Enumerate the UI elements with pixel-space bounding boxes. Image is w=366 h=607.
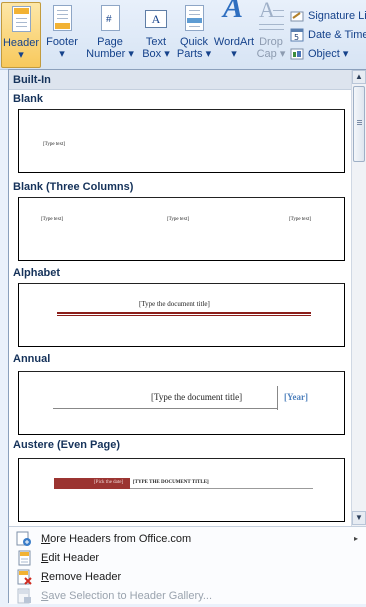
alphabet-rule-thin bbox=[57, 315, 311, 316]
footer-dropdown-arrow: ▾ bbox=[59, 48, 65, 60]
remove-header-label: emove Header bbox=[48, 570, 122, 583]
quick-parts-button[interactable]: Quick Parts ▾ bbox=[176, 2, 212, 68]
edit-header-icon bbox=[16, 550, 32, 566]
alphabet-rule bbox=[57, 312, 311, 314]
wordart-label: WordArt bbox=[213, 36, 255, 48]
save-selection-menu-item[interactable]: Save Selection to Header Gallery... bbox=[9, 586, 366, 605]
wordart-button[interactable]: A WordArt ▾ bbox=[213, 0, 255, 68]
office-online-icon bbox=[16, 531, 32, 547]
text-box-label-2: Box ▾ bbox=[142, 48, 170, 60]
text-group-small-buttons: Signature Lin 5 Date & Time Object ▾ bbox=[290, 6, 366, 63]
signature-line-button[interactable]: Signature Lin bbox=[290, 6, 366, 25]
placeholder-text: [Type text] bbox=[43, 142, 66, 147]
scroll-down-arrow-icon[interactable]: ▼ bbox=[352, 511, 366, 525]
annual-rule bbox=[53, 408, 278, 409]
edit-header-label: dit Header bbox=[48, 551, 100, 564]
wordart-icon: A bbox=[223, 0, 244, 24]
svg-text:5: 5 bbox=[294, 33, 299, 42]
quick-parts-label-2: Parts ▾ bbox=[176, 48, 212, 60]
header-gallery-list: Built-In Blank [Type text] Blank (Three … bbox=[9, 70, 351, 526]
wordart-dropdown-arrow: ▾ bbox=[231, 48, 237, 60]
header-button[interactable]: Header ▾ bbox=[1, 2, 41, 68]
header-icon bbox=[7, 5, 35, 35]
object-button[interactable]: Object ▾ bbox=[290, 44, 366, 63]
scroll-up-arrow-icon[interactable]: ▲ bbox=[352, 70, 366, 84]
edit-header-menu-item[interactable]: Edit Header bbox=[9, 548, 366, 567]
gallery-item-title-annual: Annual bbox=[13, 353, 51, 365]
insert-ribbon: Header ▾ Footer ▾ # Page Number ▾ A Text… bbox=[0, 0, 366, 70]
placeholder-document-title-caps: [TYPE THE DOCUMENT TITLE] bbox=[133, 480, 209, 485]
date-time-icon: 5 bbox=[290, 28, 304, 42]
header-dropdown-arrow: ▾ bbox=[18, 49, 24, 61]
signature-line-label: Signature Lin bbox=[308, 9, 366, 22]
object-icon bbox=[290, 47, 304, 61]
page-number-label: Page bbox=[97, 36, 123, 48]
gallery-item-title-blank-three-columns: Blank (Three Columns) bbox=[13, 181, 134, 193]
gallery-scrollbar[interactable]: ▲ ▼ bbox=[351, 70, 366, 526]
footer-icon bbox=[48, 4, 76, 34]
footer-label: Footer bbox=[46, 36, 78, 48]
placeholder-text-left: [Type text] bbox=[41, 217, 64, 222]
remove-header-menu-item[interactable]: Remove Header bbox=[9, 567, 366, 586]
gallery-item-blank-three-columns[interactable]: [Type text] [Type text] [Type text] bbox=[18, 197, 345, 261]
submenu-arrow-icon: ▸ bbox=[353, 534, 358, 543]
gallery-item-annual[interactable]: [Type the document title] [Year] bbox=[18, 371, 345, 435]
quick-parts-label: Quick bbox=[179, 36, 209, 48]
placeholder-text-center: [Type text] bbox=[167, 217, 190, 222]
placeholder-year: [Year] bbox=[284, 392, 308, 402]
more-headers-menu-item[interactable]: More Headers from Office.com ▸ bbox=[9, 529, 366, 548]
quick-parts-icon bbox=[180, 4, 208, 34]
save-selection-label: ave Selection to Header Gallery... bbox=[48, 589, 213, 602]
gallery-item-austere-even-page[interactable]: [Pick the date] [TYPE THE DOCUMENT TITLE… bbox=[18, 458, 345, 522]
austere-rule bbox=[130, 488, 313, 489]
gallery-item-title-alphabet: Alphabet bbox=[13, 267, 61, 279]
text-box-icon: A bbox=[142, 4, 170, 34]
page-number-button[interactable]: # Page Number ▾ bbox=[86, 2, 134, 68]
placeholder-text-right: [Type text] bbox=[289, 217, 312, 222]
gallery-item-title-blank: Blank bbox=[13, 93, 43, 105]
gallery-item-blank[interactable]: [Type text] bbox=[18, 109, 345, 173]
text-box-button[interactable]: A Text Box ▾ bbox=[141, 2, 171, 68]
annual-divider bbox=[277, 386, 278, 410]
object-label: Object ▾ bbox=[308, 48, 349, 60]
header-label: Header bbox=[2, 37, 40, 49]
remove-header-icon bbox=[16, 569, 32, 585]
signature-line-icon bbox=[290, 9, 304, 23]
drop-cap-label-2: Cap ▾ bbox=[256, 48, 286, 60]
footer-button[interactable]: Footer ▾ bbox=[42, 2, 82, 68]
drop-cap-label: Drop bbox=[259, 36, 283, 48]
more-headers-label: ore Headers from Office.com bbox=[50, 532, 192, 545]
drop-cap-icon: A bbox=[257, 0, 285, 34]
gallery-item-title-austere-even-page: Austere (Even Page) bbox=[13, 439, 120, 451]
scrollbar-thumb[interactable] bbox=[353, 86, 365, 162]
page-number-label-2: Number ▾ bbox=[86, 48, 134, 60]
header-menu: More Headers from Office.com ▸ Edit Head… bbox=[9, 526, 366, 604]
gallery-item-alphabet[interactable]: [Type the document title] bbox=[18, 283, 345, 347]
drop-cap-button[interactable]: A Drop Cap ▾ bbox=[256, 0, 286, 68]
built-in-section-header: Built-In bbox=[9, 70, 351, 90]
text-box-label: Text bbox=[145, 36, 167, 48]
date-time-button[interactable]: 5 Date & Time bbox=[290, 25, 366, 44]
placeholder-document-title: [Type the document title] bbox=[151, 392, 243, 402]
header-gallery-dropdown: Built-In Blank [Type text] Blank (Three … bbox=[8, 69, 366, 604]
placeholder-document-title: [Type the document title] bbox=[139, 300, 210, 308]
page-number-icon: # bbox=[96, 4, 124, 34]
save-to-gallery-icon bbox=[16, 588, 32, 604]
date-time-label: Date & Time bbox=[308, 28, 366, 41]
placeholder-pick-date: [Pick the date] bbox=[94, 480, 124, 485]
